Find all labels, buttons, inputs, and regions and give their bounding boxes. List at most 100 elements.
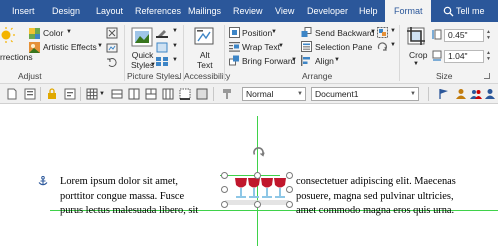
crop-icon[interactable] [406, 26, 426, 46]
document-dropdown-arrow-icon[interactable]: ▼ [410, 88, 416, 100]
send-backward-icon[interactable] [301, 27, 312, 38]
users-icon[interactable] [470, 88, 482, 100]
lock-icon[interactable] [46, 88, 58, 100]
group-label-arrange: Arrange [302, 71, 333, 81]
picture-layout-icon[interactable] [156, 56, 168, 67]
text-box-icon[interactable] [64, 88, 76, 100]
resize-handle-right[interactable] [286, 186, 293, 193]
table-icon[interactable] [86, 88, 98, 100]
merge-cells-icon[interactable] [145, 88, 157, 100]
tab-mailings[interactable]: Mailings [188, 0, 221, 22]
change-picture-icon[interactable] [106, 42, 118, 54]
selection-pane-button[interactable]: Selection Pane [315, 42, 372, 52]
tab-help[interactable]: Help [359, 0, 378, 22]
person-icon[interactable] [455, 88, 467, 100]
document-combo[interactable]: Document1 ▼ [311, 87, 419, 101]
user-icon[interactable] [484, 88, 496, 100]
position-icon[interactable] [229, 27, 240, 38]
corrections-icon[interactable] [0, 26, 16, 44]
table-dropdown-arrow-icon[interactable]: ▼ [99, 91, 105, 97]
tell-me-search[interactable]: Tell me [456, 0, 485, 22]
group-label-picture-styles: Picture Styles [127, 71, 179, 81]
style-dropdown-arrow-icon[interactable]: ▼ [297, 88, 303, 100]
artistic-effects-icon[interactable] [29, 42, 40, 53]
picture-styles-launcher-icon[interactable] [175, 73, 181, 79]
rotation-handle-icon[interactable] [251, 145, 266, 160]
borders-icon[interactable] [179, 88, 191, 100]
alt-text-button[interactable]: Alt Text [197, 50, 213, 70]
shading-icon[interactable] [196, 88, 208, 100]
color-button[interactable]: Color [43, 28, 63, 38]
bring-forward-button[interactable]: Bring Forward [242, 56, 295, 66]
position-dropdown-arrow-icon[interactable]: ▼ [271, 29, 277, 35]
tab-design[interactable]: Design [52, 0, 80, 22]
align-button[interactable]: Align [315, 56, 334, 66]
insert-row-icon[interactable] [111, 88, 123, 100]
size-launcher-icon[interactable] [484, 73, 490, 79]
align-dropdown-arrow-icon[interactable]: ▼ [334, 57, 340, 63]
rotate-icon[interactable] [377, 41, 388, 52]
tab-layout[interactable]: Layout [96, 0, 123, 22]
tab-format[interactable]: Format [385, 0, 431, 22]
tab-review[interactable]: Review [233, 0, 263, 22]
resize-handle-left[interactable] [221, 186, 228, 193]
tab-references[interactable]: References [135, 0, 181, 22]
shape-width-stepper[interactable]: ▲ ▼ [486, 50, 494, 63]
compress-pictures-icon[interactable] [106, 27, 118, 39]
group-objects-dropdown-arrow-icon[interactable]: ▼ [390, 28, 396, 34]
resize-handle-top-left[interactable] [221, 172, 228, 179]
reset-picture-icon[interactable] [106, 56, 118, 68]
document-map-icon[interactable] [24, 88, 36, 100]
lightbulb-icon[interactable] [443, 6, 454, 17]
picture-border-dropdown-arrow-icon[interactable]: ▼ [172, 28, 178, 34]
bring-forward-icon[interactable] [229, 55, 240, 66]
shape-height-input[interactable]: 0.45" [444, 29, 484, 42]
picture-effects-icon[interactable] [156, 42, 168, 53]
position-button[interactable]: Position [242, 28, 272, 38]
group-objects-icon[interactable] [377, 27, 388, 38]
tab-insert[interactable]: Insert [12, 0, 35, 22]
group-divider [399, 25, 400, 81]
send-backward-dropdown-arrow-icon[interactable]: ▼ [370, 29, 376, 35]
body-text-right-line-2: posuere, magna sed pulvinar ultricies, [296, 191, 454, 202]
artistic-effects-button[interactable]: Artistic Effects [43, 42, 97, 52]
anchor-icon[interactable] [38, 176, 48, 186]
format-painter-icon[interactable] [222, 88, 234, 100]
tab-view[interactable]: View [275, 0, 294, 22]
new-document-icon[interactable] [6, 88, 18, 100]
resize-handle-bottom-left[interactable] [221, 201, 228, 208]
artistic-effects-dropdown-arrow-icon[interactable]: ▼ [97, 43, 103, 49]
resize-handle-top[interactable] [254, 172, 261, 179]
align-icon[interactable] [301, 55, 312, 66]
alt-text-icon[interactable] [194, 26, 214, 46]
wrap-text-button[interactable]: Wrap Text [242, 42, 280, 52]
crop-dropdown-arrow-icon[interactable]: ▼ [413, 61, 419, 67]
rotate-dropdown-arrow-icon[interactable]: ▼ [390, 42, 396, 48]
resize-handle-bottom-right[interactable] [286, 201, 293, 208]
color-dropdown-arrow-icon[interactable]: ▼ [66, 29, 72, 35]
picture-effects-dropdown-arrow-icon[interactable]: ▼ [172, 43, 178, 49]
picture-border-icon[interactable] [156, 27, 168, 38]
quick-styles-icon[interactable] [130, 25, 154, 49]
resize-handle-bottom[interactable] [254, 201, 261, 208]
document-value: Document1 [315, 89, 359, 99]
wrap-text-icon[interactable] [229, 41, 240, 52]
crop-button[interactable]: Crop [409, 50, 427, 60]
toolbar-divider [80, 87, 81, 101]
resize-handle-top-right[interactable] [286, 172, 293, 179]
color-icon[interactable] [29, 28, 40, 39]
selection-pane-icon[interactable] [301, 41, 312, 52]
shape-width-input[interactable]: 1.04" [444, 50, 484, 63]
bring-forward-dropdown-arrow-icon[interactable]: ▼ [291, 57, 297, 63]
insert-column-icon[interactable] [128, 88, 140, 100]
tab-developer[interactable]: Developer [307, 0, 348, 22]
shape-height-stepper[interactable]: ▲ ▼ [486, 29, 494, 42]
corrections-button[interactable]: rrections [0, 52, 33, 62]
style-combo[interactable]: Normal ▼ [242, 87, 306, 101]
picture-layout-dropdown-arrow-icon[interactable]: ▼ [172, 57, 178, 63]
flag-icon[interactable] [438, 88, 450, 100]
group-label-adjust: Adjust [18, 71, 42, 81]
split-cells-icon[interactable] [162, 88, 174, 100]
wrap-text-dropdown-arrow-icon[interactable]: ▼ [278, 43, 284, 49]
send-backward-button[interactable]: Send Backward [315, 28, 375, 38]
